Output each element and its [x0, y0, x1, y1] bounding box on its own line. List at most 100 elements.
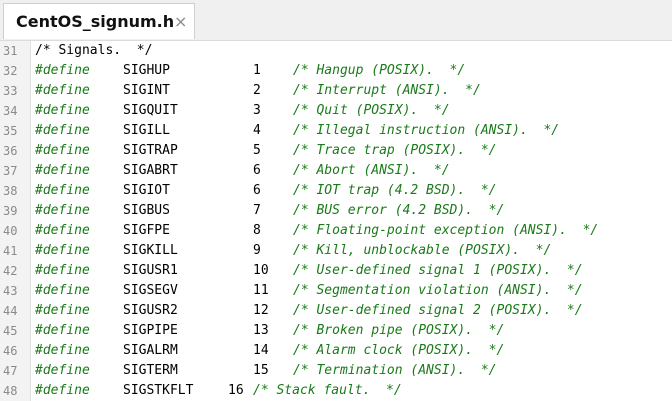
code-line: 31 /* Signals. */ [0, 41, 672, 61]
define-keyword: #define [35, 163, 90, 178]
file-tab[interactable]: CentOS_signum.h × [3, 3, 195, 39]
code-line: 43 #define SIGSEGV 11 /* Segmentation violat… [0, 281, 672, 301]
define-keyword: #define [35, 343, 90, 358]
signal-comment: /* Interrupt (ANSI). */ [293, 83, 481, 98]
signal-comment: /* Alarm clock (POSIX). */ [293, 343, 505, 358]
line-gutter: 32 [0, 61, 31, 81]
line-number: 38 [3, 184, 18, 198]
line-gutter: 41 [0, 241, 31, 261]
line-gutter: 40 [0, 221, 31, 241]
signal-value: 12 [253, 303, 269, 318]
line-gutter: 36 [0, 141, 31, 161]
line-number: 42 [3, 264, 18, 278]
close-icon[interactable]: × [174, 12, 187, 31]
tab-title[interactable]: CentOS_signum.h [16, 12, 174, 31]
signal-name: SIGHUP [123, 63, 170, 78]
define-keyword: #define [35, 383, 90, 398]
line-gutter: 31 [0, 41, 31, 61]
comment-text: /* Signals. */ [35, 43, 153, 58]
code-line: 40 #define SIGFPE 8 /* Floating-point except… [0, 221, 672, 241]
define-keyword: #define [35, 263, 90, 278]
line-gutter: 39 [0, 201, 31, 221]
signal-comment: /* IOT trap (4.2 BSD). */ [293, 183, 497, 198]
define-keyword: #define [35, 103, 90, 118]
signal-value: 2 [253, 83, 261, 98]
line-gutter: 46 [0, 341, 31, 361]
signal-name: SIGFPE [123, 223, 170, 238]
code-line: 39 #define SIGBUS 7 /* BUS error (4.2 BSD). … [0, 201, 672, 221]
signal-name: SIGIOT [123, 183, 170, 198]
line-number: 45 [3, 324, 18, 338]
signal-name: SIGPIPE [123, 323, 178, 338]
code-line: 38 #define SIGIOT 6 /* IOT trap (4.2 BSD). *… [0, 181, 672, 201]
code-line: 37 #define SIGABRT 6 /* Abort (ANSI). */ [0, 161, 672, 181]
line-number: 40 [3, 224, 18, 238]
line-gutter: 33 [0, 81, 31, 101]
line-number: 47 [3, 364, 18, 378]
signal-comment: /* Hangup (POSIX). */ [293, 63, 466, 78]
line-number: 32 [3, 64, 18, 78]
code-line: 34 #define SIGQUIT 3 /* Quit (POSIX). */ [0, 101, 672, 121]
signal-value: 11 [253, 283, 269, 298]
signal-name: SIGQUIT [123, 103, 178, 118]
line-number: 39 [3, 204, 18, 218]
define-keyword: #define [35, 303, 90, 318]
code-line: 45 #define SIGPIPE 13 /* Broken pipe (POSIX)… [0, 321, 672, 341]
line-gutter: 34 [0, 101, 31, 121]
signal-value: 4 [253, 123, 261, 138]
signal-comment: /* Segmentation violation (ANSI). */ [293, 283, 583, 298]
define-keyword: #define [35, 83, 90, 98]
code-line: 48 #define SIGSTKFLT 16 /* Stack fault. */ [0, 381, 672, 401]
define-keyword: #define [35, 63, 90, 78]
signal-value: 7 [253, 203, 261, 218]
signal-comment: /* Broken pipe (POSIX). */ [293, 323, 505, 338]
signal-value: 6 [253, 163, 261, 178]
define-keyword: #define [35, 223, 90, 238]
signal-name: SIGKILL [123, 243, 178, 258]
code-line: 33 #define SIGINT 2 /* Interrupt (ANSI). */ [0, 81, 672, 101]
signal-comment: /* Illegal instruction (ANSI). */ [293, 123, 560, 138]
signal-comment: /* Stack fault. */ [253, 383, 402, 398]
signal-name: SIGABRT [123, 163, 178, 178]
signal-comment: /* User-defined signal 2 (POSIX). */ [293, 303, 583, 318]
line-number: 43 [3, 284, 18, 298]
code-line: 35 #define SIGILL 4 /* Illegal instruction (… [0, 121, 672, 141]
signal-value: 14 [253, 343, 269, 358]
signal-comment: /* Floating-point exception (ANSI). */ [293, 223, 599, 238]
signal-value: 3 [253, 103, 261, 118]
define-keyword: #define [35, 123, 90, 138]
line-number: 34 [3, 104, 18, 118]
line-gutter: 44 [0, 301, 31, 321]
code-editor[interactable]: 31 /* Signals. */ 32 #define SIGHUP 1/* Han… [0, 41, 672, 401]
line-number: 31 [3, 44, 18, 58]
line-gutter: 42 [0, 261, 31, 281]
line-number: 33 [3, 84, 18, 98]
signal-name: SIGTERM [123, 363, 178, 378]
signal-value: 5 [253, 143, 261, 158]
code-line: 44 #define SIGUSR2 12 /* User-defined signal… [0, 301, 672, 321]
line-number: 46 [3, 344, 18, 358]
line-number: 36 [3, 144, 18, 158]
signal-comment: /* Quit (POSIX). */ [293, 103, 450, 118]
define-keyword: #define [35, 283, 90, 298]
signal-name: SIGALRM [123, 343, 178, 358]
code-line: 46 #define SIGALRM 14 /* Alarm clock (POSIX)… [0, 341, 672, 361]
define-keyword: #define [35, 143, 90, 158]
signal-name: SIGSTKFLT [123, 383, 194, 398]
signal-value: 16 [228, 383, 244, 398]
define-keyword: #define [35, 323, 90, 338]
signal-value: 9 [253, 243, 261, 258]
signal-comment: /* Trace trap (POSIX). */ [293, 143, 497, 158]
signal-name: SIGUSR2 [123, 303, 178, 318]
code-line: 32 #define SIGHUP 1 /* Hangup (POSIX). */ [0, 61, 672, 81]
signal-value: 8 [253, 223, 261, 238]
signal-comment: /* BUS error (4.2 BSD). */ [293, 203, 505, 218]
code-line: 47 #define SIGTERM 15 /* Termination (ANSI).… [0, 361, 672, 381]
line-gutter: 38 [0, 181, 31, 201]
line-gutter: 45 [0, 321, 31, 341]
signal-comment: /* Termination (ANSI). */ [293, 363, 497, 378]
signal-name: SIGBUS [123, 203, 170, 218]
signal-name: SIGUSR1 [123, 263, 178, 278]
signal-value: 15 [253, 363, 269, 378]
define-keyword: #define [35, 363, 90, 378]
